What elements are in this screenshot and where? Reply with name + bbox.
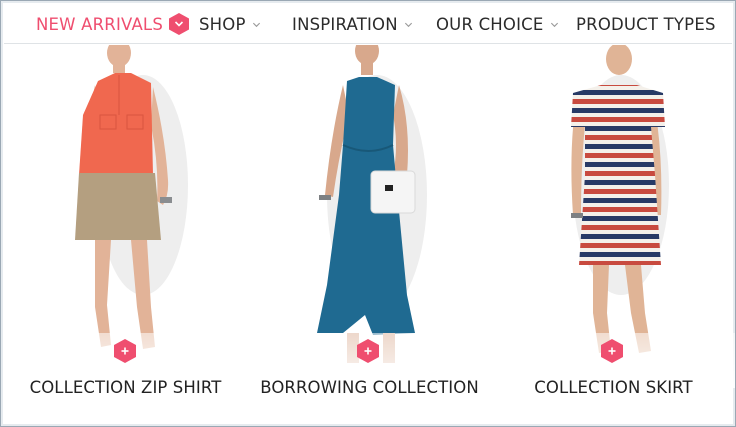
- product-title[interactable]: COLLECTION SKIRT: [491, 378, 735, 397]
- nav-item-label: SHOP: [199, 14, 246, 34]
- nav-item-label: INSPIRATION: [292, 14, 398, 34]
- nav-item-label: OUR CHOICE: [436, 14, 544, 34]
- product-image[interactable]: [491, 45, 736, 365]
- chevron-down-hex-badge-icon: [169, 13, 189, 35]
- product-image[interactable]: [247, 45, 492, 365]
- chevron-down-icon: [252, 22, 260, 27]
- nav-item-product-types[interactable]: PRODUCT TYPES: [576, 4, 716, 44]
- nav-item-label: PRODUCT TYPES: [576, 14, 716, 34]
- main-nav: NEW ARRIVALS SHOP INSPIRATION OUR CHOICE: [4, 4, 732, 44]
- product-title[interactable]: BORROWING COLLECTION: [247, 378, 492, 397]
- product-title[interactable]: COLLECTION ZIP SHIRT: [3, 378, 248, 397]
- nav-item-shop[interactable]: SHOP: [199, 4, 261, 44]
- plus-hex-icon[interactable]: [357, 339, 379, 363]
- chevron-down-icon: [404, 22, 412, 27]
- product-card[interactable]: COLLECTION SKIRT: [491, 45, 736, 426]
- nav-item-label: NEW ARRIVALS: [36, 14, 163, 34]
- nav-item-new-arrivals[interactable]: NEW ARRIVALS: [36, 4, 189, 44]
- nav-item-inspiration[interactable]: INSPIRATION: [292, 4, 413, 44]
- product-image[interactable]: [3, 45, 248, 365]
- nav-item-our-choice[interactable]: OUR CHOICE: [436, 4, 559, 44]
- plus-hex-icon[interactable]: [601, 339, 623, 363]
- chevron-down-icon: [550, 22, 558, 27]
- page-frame: NEW ARRIVALS SHOP INSPIRATION OUR CHOICE: [0, 0, 736, 427]
- product-card[interactable]: COLLECTION ZIP SHIRT: [3, 45, 248, 426]
- product-card[interactable]: BORROWING COLLECTION: [247, 45, 492, 426]
- plus-hex-icon[interactable]: [114, 339, 136, 363]
